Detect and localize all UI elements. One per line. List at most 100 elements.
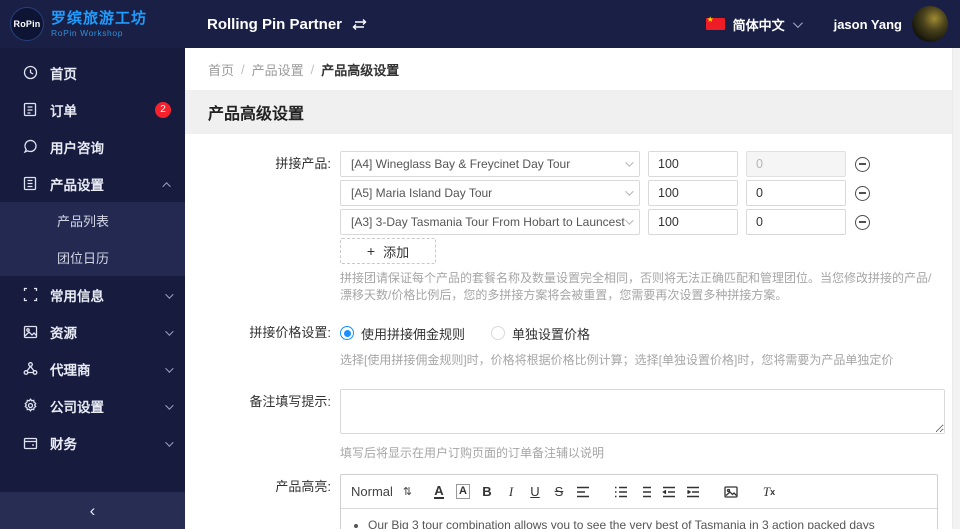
indent-button[interactable]	[682, 481, 704, 503]
remove-row-icon[interactable]	[855, 185, 870, 201]
breadcrumb-product-settings[interactable]: 产品设置	[252, 60, 304, 79]
wallet-icon	[22, 435, 38, 451]
bold-icon: B	[482, 484, 492, 499]
strikethrough-button[interactable]: S	[548, 481, 570, 503]
chevron-down-icon	[792, 18, 803, 29]
sidebar-item-label: 代理商	[50, 362, 91, 378]
sidebar-item-label: 财务	[50, 436, 77, 452]
sidebar-item-label: 常用信息	[50, 288, 104, 304]
italic-icon: I	[508, 483, 514, 499]
chevron-down-icon	[625, 187, 634, 196]
offset-input[interactable]	[746, 180, 846, 206]
subitem-label: 产品列表	[57, 214, 110, 229]
chevron-down-icon	[625, 158, 634, 167]
language-dropdown[interactable]	[792, 15, 803, 33]
sidebar-item-common-info[interactable]: 常用信息	[0, 276, 185, 313]
sidebar-item-label: 资源	[50, 325, 77, 341]
orders-badge: 2	[155, 101, 171, 118]
highlight-bullet: Our Big 3 tour combination allows you to…	[368, 518, 925, 529]
sidebar-item-agents[interactable]: 代理商	[0, 350, 185, 387]
remove-row-icon[interactable]	[855, 214, 870, 230]
add-product-button[interactable]: + 添加	[340, 238, 436, 264]
sidebar-item-product-settings[interactable]: 产品设置	[0, 165, 185, 202]
user-name: jason Yang	[833, 16, 902, 32]
price-setting-help: 选择[使用拼接佣金规则]时，价格将根据价格比例计算；选择[单独设置价格]时，您将…	[340, 353, 894, 367]
remark-tip-row: 备注填写提示: 填写后将显示在用户订购页面的订单备注辅以说明	[185, 389, 960, 462]
offset-input[interactable]	[746, 209, 846, 235]
sidebar-nav: 首页 订单 2 用户咨询 产品设置 产品列表 团位日历 常用信息 资源 代理商 …	[0, 48, 185, 492]
underline-button[interactable]: U	[524, 481, 546, 503]
text-color-button[interactable]: A	[428, 481, 450, 503]
sidebar-item-label: 产品设置	[50, 177, 104, 193]
sidebar-item-label: 首页	[50, 66, 77, 82]
product-select-value: [A4] Wineglass Bay & Freycinet Day Tour	[351, 157, 571, 171]
radio-commission-rule[interactable]: 使用拼接佣金规则	[340, 324, 465, 343]
product-select[interactable]: [A5] Maria Island Day Tour	[340, 180, 640, 206]
bullet-list-button[interactable]	[634, 481, 656, 503]
breadcrumb-home[interactable]: 首页	[208, 60, 234, 79]
price-setting-radios: 使用拼接佣金规则 单独设置价格	[340, 320, 960, 346]
sidebar-item-resources[interactable]: 资源	[0, 313, 185, 350]
sidebar-item-inquiry[interactable]: 用户咨询	[0, 128, 185, 165]
picker-arrows-icon: ⇅	[402, 486, 413, 498]
insert-image-button[interactable]	[720, 481, 742, 503]
align-button[interactable]	[572, 481, 594, 503]
price-setting-label: 拼接价格设置:	[249, 325, 331, 340]
remove-row-icon[interactable]	[855, 156, 870, 172]
scan-info-icon	[22, 287, 38, 303]
sidebar-item-orders[interactable]: 订单 2	[0, 91, 185, 128]
radio-label: 单独设置价格	[512, 326, 591, 342]
sidebar-item-home[interactable]: 首页	[0, 54, 185, 91]
radio-separate-price[interactable]: 单独设置价格	[491, 324, 590, 343]
page-title-band: 产品高级设置	[185, 90, 960, 134]
breadcrumb-current: 产品高级设置	[321, 62, 400, 78]
bold-button[interactable]: B	[476, 481, 498, 503]
concat-products-help: 拼接团请保证每个产品的套餐名称及数量设置完全相同，否则将无法正确匹配和管理团位。…	[340, 271, 932, 302]
concat-products-row: 拼接产品: [A4] Wineglass Bay & Freycinet Day…	[185, 151, 960, 304]
ordered-list-button[interactable]	[610, 481, 632, 503]
price-setting-row: 拼接价格设置: 使用拼接佣金规则 单独设置价格 选择[使用拼接佣金规则]时，价格…	[185, 320, 960, 369]
italic-button[interactable]: I	[500, 481, 522, 503]
switch-account-icon[interactable]	[352, 18, 367, 31]
background-color-button[interactable]: A	[452, 481, 474, 503]
clear-format-button[interactable]: Tx	[758, 481, 780, 503]
format-picker[interactable]: Normal ⇅	[351, 484, 427, 499]
background-color-icon: A	[456, 484, 470, 499]
avatar[interactable]	[912, 6, 948, 42]
sidebar-item-label: 用户咨询	[50, 140, 104, 156]
remark-tip-label: 备注填写提示:	[249, 394, 331, 409]
editor-content[interactable]: Our Big 3 tour combination allows you to…	[341, 509, 937, 529]
rich-text-editor: Normal ⇅ A A B I U S T x • Our Big 3 tou…	[340, 474, 938, 529]
page-scrollbar[interactable]	[952, 48, 960, 529]
product-select[interactable]: [A4] Wineglass Bay & Freycinet Day Tour	[340, 151, 640, 177]
outdent-button[interactable]	[658, 481, 680, 503]
chevron-down-icon	[165, 397, 174, 415]
form-content: 拼接产品: [A4] Wineglass Bay & Freycinet Day…	[185, 134, 960, 529]
sidebar-item-finance[interactable]: 财务	[0, 424, 185, 461]
product-row: [A5] Maria Island Day Tour	[340, 180, 960, 206]
underline-icon: U	[530, 484, 540, 499]
product-row: [A4] Wineglass Bay & Freycinet Day Tour	[340, 151, 960, 177]
sidebar-item-company-settings[interactable]: 公司设置	[0, 387, 185, 424]
sidebar-subitem-group-calendar[interactable]: 团位日历	[0, 239, 185, 276]
sidebar-item-label: 公司设置	[50, 399, 104, 415]
sidebar-subitem-product-list[interactable]: 产品列表	[0, 202, 185, 239]
ordered-list-icon	[615, 486, 627, 497]
ratio-input[interactable]	[648, 151, 738, 177]
ratio-input[interactable]	[648, 209, 738, 235]
remark-tip-help: 填写后将显示在用户订购页面的订单备注辅以说明	[340, 446, 605, 460]
language-label: 简体中文	[732, 17, 785, 33]
product-select[interactable]: [A3] 3-Day Tasmania Tour From Hobart to …	[340, 209, 640, 235]
radio-unselected-icon	[491, 326, 506, 340]
product-settings-submenu: 产品列表 团位日历	[0, 202, 185, 276]
image-icon	[22, 324, 38, 340]
remark-tip-textarea[interactable]	[340, 389, 945, 434]
chevron-down-icon	[165, 286, 174, 304]
app-logo[interactable]: RoPin 罗缤旅游工坊 RoPin Workshop	[0, 7, 185, 41]
dashboard-icon	[22, 65, 38, 81]
sidebar-collapse-button[interactable]: ‹	[0, 492, 185, 529]
ratio-input[interactable]	[648, 180, 738, 206]
breadcrumb-separator: /	[310, 61, 315, 77]
add-button-label: 添加	[383, 244, 410, 260]
logo-subtitle: RoPin Workshop	[51, 27, 124, 38]
